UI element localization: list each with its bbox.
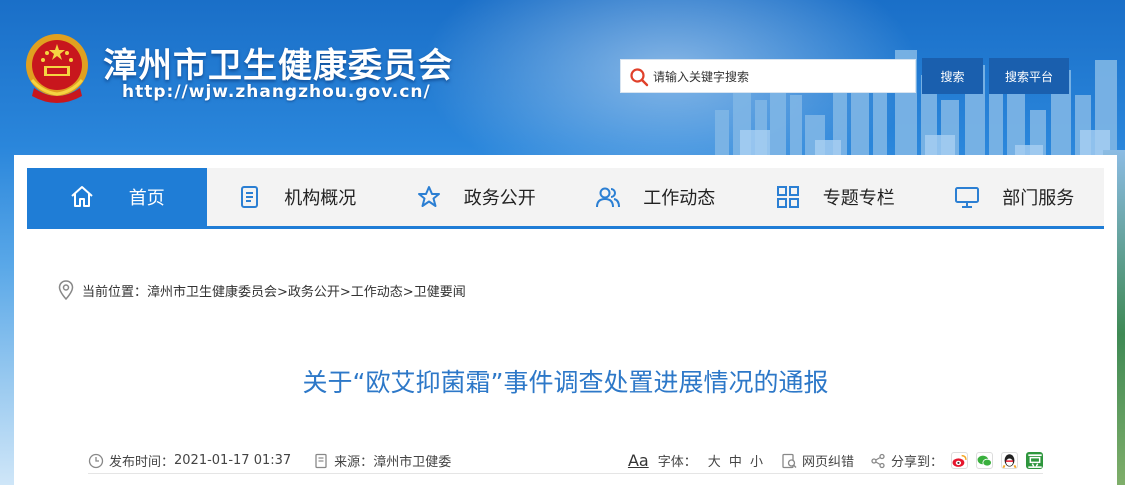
weibo-share-icon[interactable] (951, 452, 968, 469)
source-document-icon (315, 453, 327, 468)
font-aa-icon: Aa (627, 451, 649, 470)
document-icon (241, 186, 259, 208)
site-title: 漳州市卫生健康委员会 (103, 46, 453, 86)
search-platform-button[interactable]: 搜索平台 (989, 58, 1069, 94)
location-pin-icon (58, 280, 74, 300)
grid-icon (776, 186, 799, 208)
search-icon (630, 68, 649, 87)
publish-label: 发布时间： (109, 455, 175, 470)
wechat-share-icon[interactable] (976, 452, 993, 469)
source: 来源： 漳州市卫健委 (313, 451, 451, 470)
breadcrumb-path[interactable]: 漳州市卫生健康委员会>政务公开>工作动态>卫健要闻 (147, 281, 466, 300)
search-input[interactable] (653, 66, 908, 88)
nav-item-label: 政务公开 (463, 188, 536, 209)
article-title: 关于“欧艾抑菌霜”事件调查处置进展情况的通报 (302, 368, 829, 397)
share: 分享到： (870, 451, 1043, 470)
national-emblem-icon (26, 34, 88, 103)
content-panel: 首页 机构概况 政务公开 工作动态 专题专栏 部门服务 当前位置： 漳州市卫生健… (14, 155, 1117, 485)
nav-item-work-news[interactable]: 工作动态 (566, 168, 746, 226)
share-icon (871, 453, 885, 468)
font-size-options[interactable]: 大 中 小 (708, 451, 765, 470)
users-icon (596, 187, 621, 208)
publish-time-value: 2021-01-17 01:37 (174, 453, 292, 468)
site-url: http://wjw.zhangzhou.gov.cn/ (122, 82, 431, 102)
qq-share-icon[interactable] (1001, 452, 1018, 469)
nav-item-services[interactable]: 部门服务 (925, 168, 1105, 226)
source-value: 漳州市卫健委 (373, 455, 452, 470)
clock-icon (88, 453, 104, 468)
nav-item-gov-affairs[interactable]: 政务公开 (386, 168, 566, 226)
correction-label: 网页纠错 (801, 455, 854, 470)
nav-item-label: 首页 (128, 188, 165, 209)
font-label: 字体： (657, 455, 697, 470)
monitor-icon (955, 187, 980, 208)
star-icon (417, 186, 440, 207)
breadcrumb-prefix: 当前位置： (82, 284, 148, 300)
source-label: 来源： (334, 455, 374, 470)
nav-item-about[interactable]: 机构概况 (207, 168, 387, 226)
nav-item-label: 部门服务 (1002, 188, 1075, 209)
share-label: 分享到： (890, 455, 943, 470)
douban-share-icon[interactable] (1026, 452, 1043, 469)
nav-item-label: 专题专栏 (822, 188, 895, 209)
font-size-controls: Aa 字体： 大 中 小 (628, 451, 765, 470)
main-nav: 首页 机构概况 政务公开 工作动态 专题专栏 部门服务 (27, 168, 1104, 229)
nav-item-label: 工作动态 (643, 188, 716, 209)
search-button[interactable]: 搜索 (922, 58, 983, 94)
breadcrumb: 当前位置： 漳州市卫生健康委员会>政务公开>工作动态>卫健要闻 (58, 280, 466, 300)
page-correction[interactable]: 网页纠错 (781, 451, 854, 470)
nav-item-special-topics[interactable]: 专题专栏 (745, 168, 925, 226)
nav-item-home[interactable]: 首页 (27, 168, 207, 226)
search-box (620, 59, 916, 93)
home-icon (71, 186, 93, 207)
correction-icon (782, 453, 797, 468)
nav-item-label: 机构概况 (284, 188, 357, 209)
article-meta: 发布时间： 2021-01-17 01:37 来源： 漳州市卫健委 Aa 字体： 大… (88, 448, 1043, 474)
publish-time: 发布时间： 2021-01-17 01:37 (88, 451, 291, 470)
